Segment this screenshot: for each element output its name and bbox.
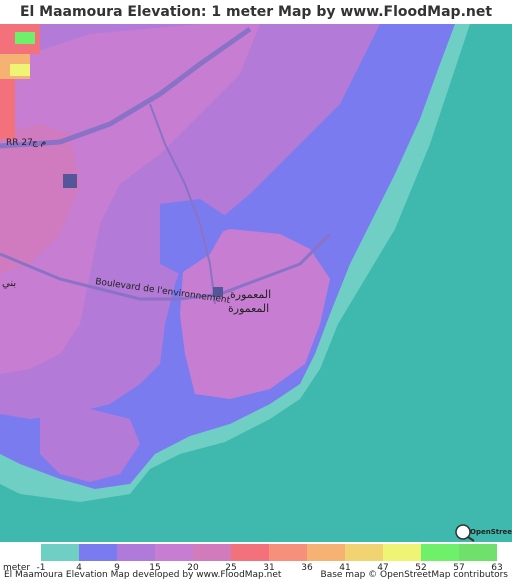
legend-swatch <box>383 544 421 561</box>
road-label-rr27-arabic: م ج <box>32 138 46 148</box>
legend-swatch <box>421 544 459 561</box>
svg-text:OpenStreetMap: OpenStreetMap <box>470 528 512 536</box>
legend-swatch <box>307 544 345 561</box>
legend-swatch <box>117 544 155 561</box>
footer-basemap-credit[interactable]: Base map © OpenStreetMap contributors <box>321 570 508 580</box>
elevation-map[interactable]: RR 27 م ج Boulevard de l'environnement ا… <box>0 24 512 542</box>
place-label-arabic-1: المعمورة <box>230 288 271 301</box>
legend-swatch <box>459 544 497 561</box>
legend-swatch <box>155 544 193 561</box>
legend-swatch <box>231 544 269 561</box>
legend-swatch <box>41 544 79 561</box>
road-label-rr27: RR 27 <box>6 138 33 148</box>
legend-swatch <box>79 544 117 561</box>
left-label-arabic: بني <box>2 278 16 289</box>
map-title: El Maamoura Elevation: 1 meter Map by ww… <box>0 0 512 44</box>
building-marker <box>63 174 77 188</box>
legend-swatches <box>41 544 497 561</box>
footer: El Maamoura Elevation Map developed by w… <box>0 570 512 582</box>
footer-credit[interactable]: El Maamoura Elevation Map developed by w… <box>4 570 281 580</box>
legend-swatch <box>193 544 231 561</box>
place-label-arabic-2: المعمورة <box>228 302 269 315</box>
legend-swatch <box>345 544 383 561</box>
legend-swatch <box>269 544 307 561</box>
